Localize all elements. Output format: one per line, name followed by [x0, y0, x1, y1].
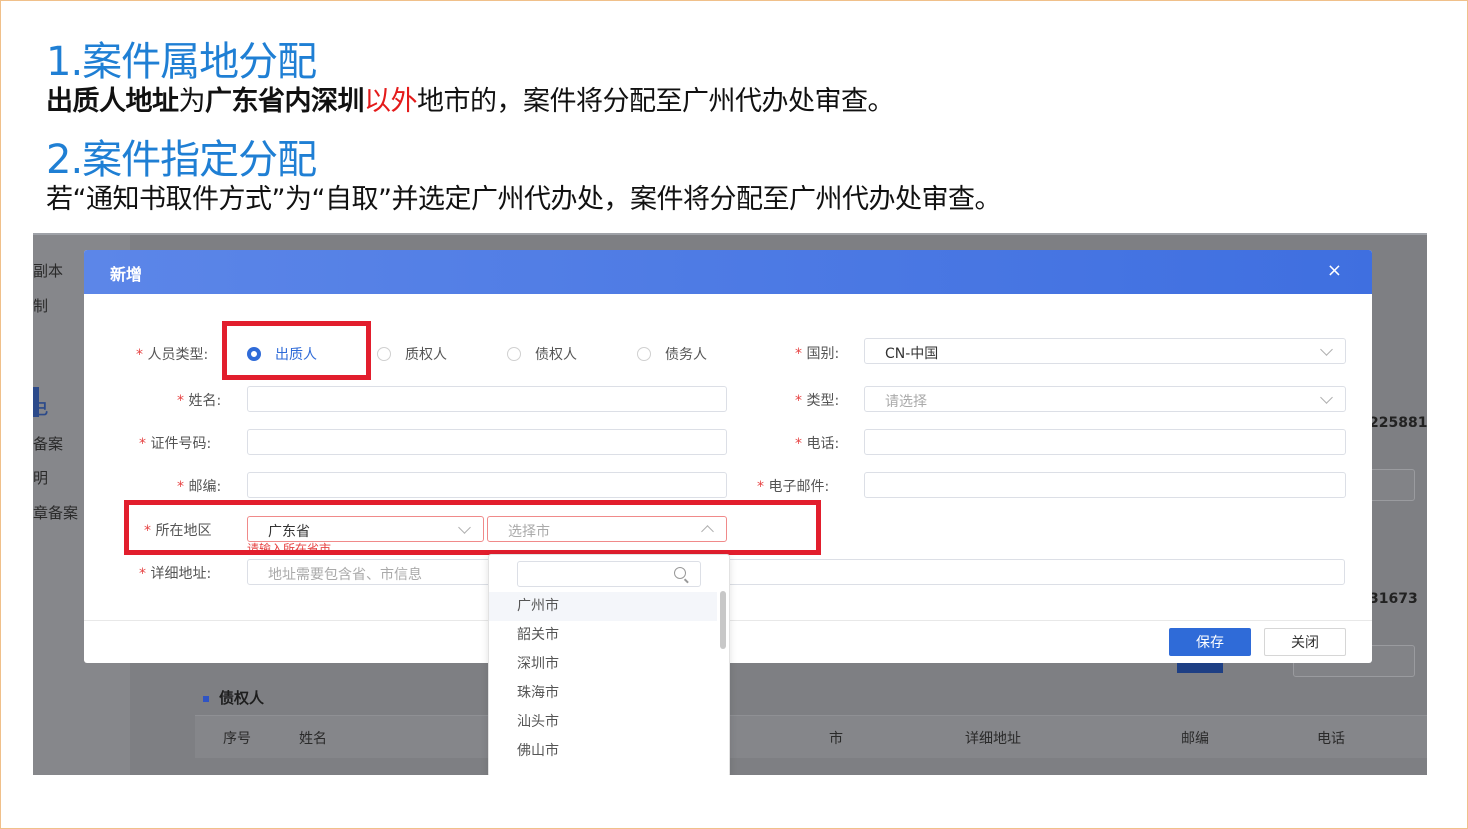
address-input[interactable]: 地址需要包含省、市信息	[247, 559, 1345, 585]
app-screenshot: 副本 制 己 备案 明 章备案 225881 31673 债权人 序号 姓名 市…	[33, 233, 1427, 775]
column-header: 详细地址	[965, 731, 1021, 747]
rule-red-except: 以外	[364, 86, 418, 117]
sidebar-item-active[interactable]: 己	[33, 398, 48, 419]
background-value: 225881	[1369, 415, 1427, 431]
heading-territorial-assignment: 1.案件属地分配	[46, 39, 317, 85]
rule-bold-pledgor-address: 出质人地址	[46, 86, 179, 117]
radio-creditor[interactable]: 债权人	[507, 344, 577, 364]
sidebar-item[interactable]: 副本	[33, 260, 63, 281]
phone-input[interactable]	[864, 429, 1346, 455]
column-header: 邮编	[1181, 731, 1209, 747]
column-header: 序号	[223, 731, 251, 747]
city-option[interactable]: 韶关市	[489, 621, 717, 650]
background-value: 31673	[1369, 591, 1418, 607]
chevron-down-icon	[1320, 343, 1333, 356]
country-label: 国别:	[795, 343, 839, 363]
city-search-input[interactable]	[517, 561, 701, 587]
save-button[interactable]: 保存	[1169, 628, 1251, 656]
city-option[interactable]: 深圳市	[489, 650, 717, 679]
radio-label: 债务人	[665, 347, 707, 363]
background-button[interactable]	[1177, 663, 1223, 673]
email-label: 电子邮件:	[757, 476, 829, 496]
sidebar-item[interactable]: 明	[33, 467, 48, 488]
dialog-header: 新增 ×	[84, 250, 1372, 294]
name-label: 姓名:	[177, 390, 221, 410]
sidebar-item[interactable]: 章备案	[33, 502, 78, 523]
zip-label: 邮编:	[177, 476, 221, 496]
radio-label: 质权人	[405, 347, 447, 363]
rule-bold-guangdong-shenzhen: 广东省内深圳	[205, 86, 365, 117]
dialog-title: 新增	[110, 265, 143, 284]
column-header: 姓名	[299, 731, 327, 747]
city-option[interactable]: 广州市	[489, 592, 717, 621]
radio-debtor[interactable]: 债务人	[637, 344, 707, 364]
column-header: 电话	[1317, 731, 1345, 747]
country-value: CN-中国	[885, 346, 939, 362]
rule-text-for: 为	[178, 86, 206, 117]
address-label: 详细地址:	[139, 563, 211, 583]
country-select[interactable]: CN-中国	[864, 338, 1346, 364]
zip-input[interactable]	[247, 472, 727, 498]
address-placeholder: 地址需要包含省、市信息	[268, 567, 422, 583]
close-button[interactable]: 关闭	[1264, 628, 1346, 656]
sidebar-item[interactable]: 备案	[33, 433, 63, 454]
name-input[interactable]	[247, 386, 727, 412]
radio-dot-icon	[637, 347, 651, 361]
id-number-label: 证件号码:	[139, 433, 211, 453]
type-placeholder: 请选择	[885, 394, 927, 410]
phone-label: 电话:	[795, 433, 839, 453]
table-header: 序号 姓名 市 详细地址 邮编 电话	[195, 715, 1427, 758]
highlight-box-region	[124, 500, 821, 555]
email-input[interactable]	[864, 472, 1346, 498]
dropdown-scrollbar[interactable]	[720, 591, 726, 649]
radio-pledgee[interactable]: 质权人	[377, 344, 447, 364]
rule-text-1: 出质人地址为广东省内深圳以外地市的，案件将分配至广州代办处审查。	[46, 86, 895, 118]
radio-dot-icon	[377, 347, 391, 361]
chevron-down-icon	[1320, 391, 1333, 404]
column-header: 市	[829, 731, 843, 747]
person-type-label: 人员类型:	[136, 344, 208, 364]
city-option[interactable]: 汕头市	[489, 708, 717, 737]
radio-label: 债权人	[535, 347, 577, 363]
type-select[interactable]: 请选择	[864, 386, 1346, 412]
close-icon[interactable]: ×	[1327, 260, 1342, 281]
type-label: 类型:	[795, 390, 839, 410]
city-dropdown: 广州市 韶关市 深圳市 珠海市 汕头市 佛山市	[488, 554, 730, 775]
heading-designated-assignment: 2.案件指定分配	[46, 137, 317, 183]
city-option[interactable]: 珠海市	[489, 679, 717, 708]
id-number-input[interactable]	[247, 429, 727, 455]
radio-dot-icon	[507, 347, 521, 361]
city-option[interactable]: 佛山市	[489, 737, 717, 766]
search-icon	[674, 567, 686, 579]
rule-text-rest: 地市的，案件将分配至广州代办处审查。	[417, 86, 895, 117]
section-title-creditor: 债权人	[203, 687, 264, 708]
rule-text-2: 若“通知书取件方式”为“自取”并选定广州代办处，案件将分配至广州代办处审查。	[46, 184, 1001, 215]
sidebar-item[interactable]: 制	[33, 295, 48, 316]
highlight-box-person-type	[222, 321, 371, 380]
